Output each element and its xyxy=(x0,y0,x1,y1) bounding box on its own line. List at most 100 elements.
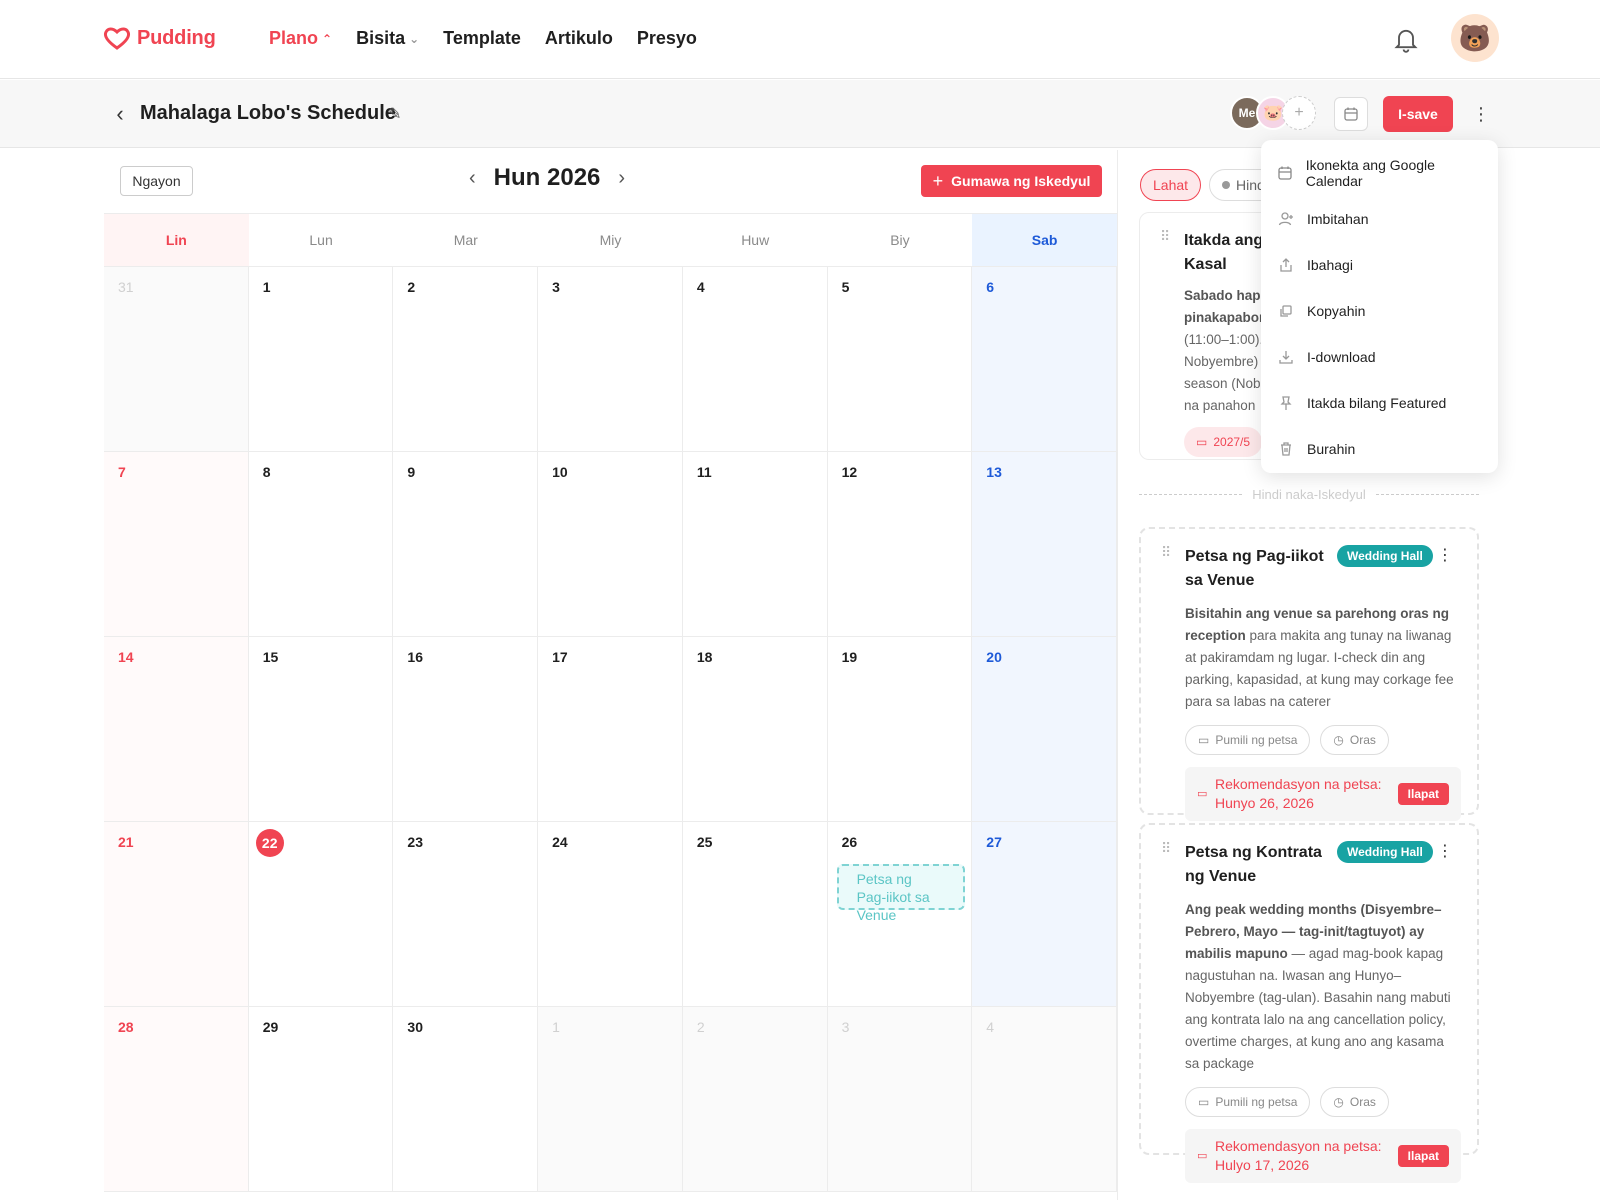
nav-presyo[interactable]: Presyo xyxy=(637,28,697,49)
day-number: 25 xyxy=(696,834,713,850)
day-number: 29 xyxy=(262,1019,279,1035)
time-label: Oras xyxy=(1349,733,1376,747)
calendar-icon: ▭ xyxy=(1196,435,1208,449)
menu-delete[interactable]: Burahin xyxy=(1261,426,1498,472)
add-collaborator-icon[interactable]: + xyxy=(1282,96,1316,130)
calendar-day-cell[interactable]: 12 xyxy=(827,452,973,637)
calendar-day-cell[interactable]: 29 xyxy=(248,1007,394,1192)
calendar-day-cell[interactable]: 30 xyxy=(393,1007,539,1192)
day-number: 17 xyxy=(552,649,568,665)
menu-copy[interactable]: Kopyahin xyxy=(1261,288,1498,334)
calendar-day-cell[interactable]: 25 xyxy=(682,822,828,1007)
calendar-day-cell[interactable]: 1 xyxy=(248,267,394,452)
calendar-day-cell[interactable]: 2 xyxy=(393,267,539,452)
today-button[interactable]: Ngayon xyxy=(120,166,193,196)
user-avatar[interactable]: 🐻 xyxy=(1451,14,1499,62)
nav-bisita[interactable]: Bisita ⌄ xyxy=(356,28,419,49)
nav-artikulo[interactable]: Artikulo xyxy=(545,28,613,49)
create-schedule-button[interactable]: + Gumawa ng Iskedyul xyxy=(921,165,1102,197)
bell-icon[interactable] xyxy=(1392,25,1420,53)
calendar-day-cell[interactable]: 28 xyxy=(104,1007,249,1192)
plus-icon: + xyxy=(932,170,944,191)
day-number: 19 xyxy=(841,649,858,665)
calendar-day-cell[interactable]: 10 xyxy=(538,452,683,637)
day-number: 1 xyxy=(552,1019,560,1035)
nav-bisita-label: Bisita xyxy=(356,28,406,48)
calendar-day-cell[interactable]: 4 xyxy=(682,267,828,452)
pick-date-pill[interactable]: ▭ Pumili ng petsa xyxy=(1185,1087,1311,1117)
prev-month-icon[interactable]: ‹ xyxy=(469,167,476,190)
nav-template[interactable]: Template xyxy=(443,28,521,49)
calendar-day-cell[interactable]: 1 xyxy=(538,1007,683,1192)
unscheduled-task-card[interactable]: ⠿ Petsa ng Pag-iikot sa Venue Wedding Ha… xyxy=(1139,527,1479,821)
calendar-day-cell[interactable]: 3 xyxy=(538,267,683,452)
calendar-day-cell[interactable]: 19 xyxy=(827,637,973,822)
calendar-day-cell[interactable]: 8 xyxy=(248,452,394,637)
calendar-day-cell[interactable]: 23 xyxy=(393,822,539,1007)
more-options-icon[interactable]: ⋮ xyxy=(1472,102,1490,126)
calendar-day-cell[interactable]: 22 xyxy=(248,822,394,1007)
weekday-fri: Biy xyxy=(890,232,910,248)
scheduled-date-chip[interactable]: ▭ 2027/5 xyxy=(1184,427,1263,457)
pencil-icon[interactable]: ✎ xyxy=(388,104,401,124)
card-more-icon[interactable]: ⋮ xyxy=(1437,841,1453,861)
date-time-pills: ▭ Pumili ng petsa ◷ Oras xyxy=(1185,1087,1461,1117)
menu-download[interactable]: I-download xyxy=(1261,334,1498,380)
calendar-day-cell[interactable]: 27 xyxy=(972,822,1117,1007)
pick-date-label: Pumili ng petsa xyxy=(1215,1095,1298,1109)
calendar-day-cell[interactable]: 21 xyxy=(104,822,249,1007)
unscheduled-task-card[interactable]: ⠿ Petsa ng Kontrata ng Venue Wedding Hal… xyxy=(1139,823,1479,1183)
menu-invite[interactable]: Imbitahan xyxy=(1261,196,1498,242)
brand-logo[interactable]: Pudding xyxy=(103,26,216,50)
drag-handle-icon[interactable]: ⠿ xyxy=(1161,545,1171,559)
day-number: 1 xyxy=(262,279,271,295)
time-pill[interactable]: ◷ Oras xyxy=(1320,725,1389,755)
weekday-mon: Lun xyxy=(309,232,333,248)
add-user-icon xyxy=(1277,210,1295,228)
calendar-day-cell[interactable]: 15 xyxy=(248,637,394,822)
calendar-day-cell[interactable]: 14 xyxy=(104,637,249,822)
save-button[interactable]: I-save xyxy=(1383,96,1453,132)
calendar-day-cell[interactable]: 7 xyxy=(104,452,249,637)
day-number: 10 xyxy=(552,464,568,480)
card-description: Ang peak wedding months (Disyembre–Pebre… xyxy=(1185,899,1460,1075)
calendar-day-cell[interactable]: 2 xyxy=(682,1007,828,1192)
menu-item-label: Imbitahan xyxy=(1307,211,1369,227)
calendar-day-cell[interactable]: 20 xyxy=(972,637,1117,822)
pick-date-pill[interactable]: ▭ Pumili ng petsa xyxy=(1185,725,1311,755)
filter-all[interactable]: Lahat xyxy=(1140,169,1202,201)
calendar-day-cell[interactable]: 13 xyxy=(972,452,1117,637)
drag-handle-icon[interactable]: ⠿ xyxy=(1160,229,1170,243)
apply-button[interactable]: Ilapat xyxy=(1397,783,1449,805)
menu-connect-google-calendar[interactable]: Ikonekta ang Google Calendar xyxy=(1261,150,1498,196)
calendar-day-cell[interactable]: 24 xyxy=(538,822,683,1007)
calendar-day-cell[interactable]: 5 xyxy=(827,267,973,452)
calendar-day-cell[interactable]: 26 Petsa ng Pag-iikot sa Venue xyxy=(827,822,973,1007)
nav-plano[interactable]: Plano ⌃ xyxy=(269,28,332,49)
back-arrow-icon[interactable]: ‹ xyxy=(108,101,132,126)
apply-button[interactable]: Ilapat xyxy=(1397,1145,1449,1167)
card-more-icon[interactable]: ⋮ xyxy=(1437,545,1453,565)
calendar-view-button[interactable] xyxy=(1334,97,1368,131)
calendar-event[interactable]: Petsa ng Pag-iikot sa Venue xyxy=(836,864,965,923)
calendar-day-cell[interactable]: 17 xyxy=(538,637,683,822)
calendar-icon: ▭ xyxy=(1198,733,1210,747)
calendar-day-cell[interactable]: 31 xyxy=(104,267,249,452)
calendar-day-cell[interactable]: 6 xyxy=(972,267,1117,452)
next-month-icon[interactable]: › xyxy=(618,167,625,190)
calendar-day-cell[interactable]: 16 xyxy=(393,637,539,822)
calendar-day-cell[interactable]: 9 xyxy=(393,452,539,637)
menu-set-featured[interactable]: Itakda bilang Featured xyxy=(1261,380,1498,426)
filter-tabs: Lahat Hindi xyxy=(1140,169,1281,201)
calendar-day-cell[interactable]: 18 xyxy=(682,637,828,822)
calendar-day-cell[interactable]: 4 xyxy=(972,1007,1117,1192)
drag-handle-icon[interactable]: ⠿ xyxy=(1161,841,1171,855)
time-pill[interactable]: ◷ Oras xyxy=(1320,1087,1389,1117)
calendar-day-cell[interactable]: 3 xyxy=(827,1007,973,1192)
menu-share[interactable]: Ibahagi xyxy=(1261,242,1498,288)
calendar-grid: Lin Lun Mar Miy Huw Biy Sab 31 1 2 3 4 5 6 7 8 9 1… xyxy=(104,213,1117,1192)
day-number: 21 xyxy=(118,834,134,850)
divider-line xyxy=(1139,494,1243,495)
nav-plano-label: Plano xyxy=(269,28,319,48)
calendar-day-cell[interactable]: 11 xyxy=(682,452,828,637)
